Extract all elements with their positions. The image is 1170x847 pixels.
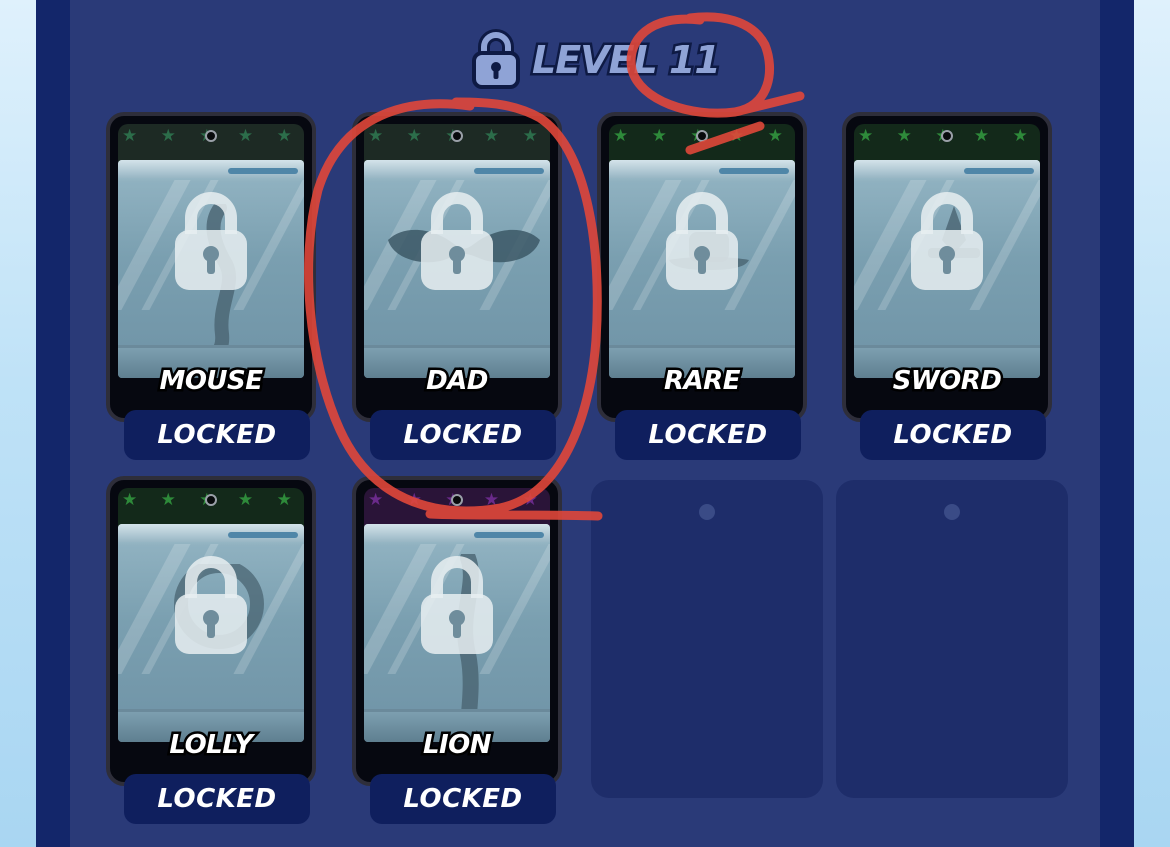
hang-hole xyxy=(451,130,463,142)
empty-card-slot xyxy=(591,480,823,798)
locked-badge: LOCKED xyxy=(370,410,556,460)
card-name: DAD xyxy=(424,364,491,399)
lock-icon xyxy=(421,192,493,290)
lock-icon xyxy=(911,192,983,290)
card-mouse[interactable]: ★ ★ ★ ★ ★ ★ ★ MOUSE LOCKED xyxy=(106,112,316,460)
card-header-strip: ★ ★ ★ ★ ★ ★ ★ xyxy=(364,124,550,162)
card-name: LOLLY xyxy=(167,728,256,763)
card-header-strip: ★ ★ ★ ★ ★ ★ ★ xyxy=(118,488,304,526)
card-sword[interactable]: ★ ★ ★ ★ ★ ★ ★ SWORD LOCKED xyxy=(842,112,1052,460)
hang-hole xyxy=(451,494,463,506)
lock-icon xyxy=(421,556,493,654)
hang-hole xyxy=(205,494,217,506)
card-lion[interactable]: ★ ★ ★ ★ ★ ★ ★ LION LOCKED xyxy=(352,476,562,824)
card-header-strip: ★ ★ ★ ★ ★ ★ ★ xyxy=(854,124,1040,162)
hang-hole xyxy=(696,130,708,142)
card-name: SWORD xyxy=(890,364,1004,399)
card-lolly[interactable]: ★ ★ ★ ★ ★ ★ ★ LOLLY LOCKED xyxy=(106,476,316,824)
locked-badge: LOCKED xyxy=(124,774,310,824)
card-rare[interactable]: ★ ★ ★ ★ ★ ★ ★ RARE LOCKED xyxy=(597,112,807,460)
level-header: LEVEL 11 xyxy=(470,26,730,94)
locked-badge: LOCKED xyxy=(615,410,801,460)
lock-icon xyxy=(666,192,738,290)
locked-badge: LOCKED xyxy=(860,410,1046,460)
lock-icon xyxy=(470,29,522,91)
card-name: LION xyxy=(420,728,494,763)
hang-hole xyxy=(941,130,953,142)
locked-badge: LOCKED xyxy=(370,774,556,824)
hang-hole xyxy=(944,504,960,520)
level-label: LEVEL 11 xyxy=(530,36,724,85)
hang-hole xyxy=(699,504,715,520)
card-header-strip: ★ ★ ★ ★ ★ ★ ★ xyxy=(364,488,550,526)
card-dad[interactable]: ★ ★ ★ ★ ★ ★ ★ DAD LOCKED xyxy=(352,112,562,460)
lock-icon xyxy=(175,192,247,290)
card-name: MOUSE xyxy=(157,364,266,399)
card-header-strip: ★ ★ ★ ★ ★ ★ ★ xyxy=(118,124,304,162)
hang-hole xyxy=(205,130,217,142)
card-header-strip: ★ ★ ★ ★ ★ ★ ★ xyxy=(609,124,795,162)
locked-badge: LOCKED xyxy=(124,410,310,460)
card-name: RARE xyxy=(662,364,743,399)
empty-card-slot xyxy=(836,480,1068,798)
lock-icon xyxy=(175,556,247,654)
